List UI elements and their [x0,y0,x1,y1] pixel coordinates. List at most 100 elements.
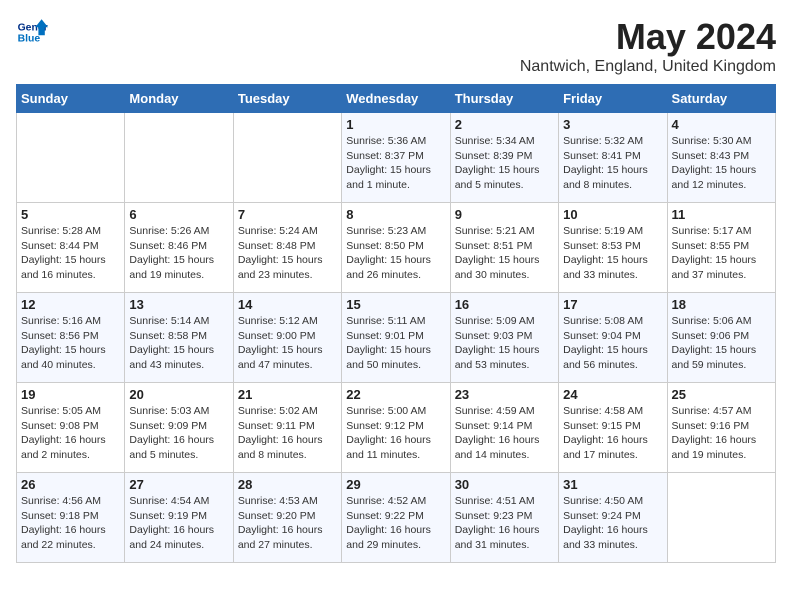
day-number: 28 [238,477,337,492]
day-info: Sunrise: 4:52 AMSunset: 9:22 PMDaylight:… [346,494,445,553]
header-saturday: Saturday [667,85,775,113]
day-info: Sunrise: 4:56 AMSunset: 9:18 PMDaylight:… [21,494,120,553]
day-number: 22 [346,387,445,402]
day-number: 6 [129,207,228,222]
day-info: Sunrise: 5:03 AMSunset: 9:09 PMDaylight:… [129,404,228,463]
day-number: 30 [455,477,554,492]
day-info: Sunrise: 5:14 AMSunset: 8:58 PMDaylight:… [129,314,228,373]
calendar-cell: 23Sunrise: 4:59 AMSunset: 9:14 PMDayligh… [450,383,558,473]
week-row-1: 1Sunrise: 5:36 AMSunset: 8:37 PMDaylight… [17,113,776,203]
header-sunday: Sunday [17,85,125,113]
day-number: 9 [455,207,554,222]
day-number: 17 [563,297,662,312]
day-info: Sunrise: 5:34 AMSunset: 8:39 PMDaylight:… [455,134,554,193]
day-number: 16 [455,297,554,312]
calendar-cell: 24 Sunrise: 4:58 AMSunset: 9:15 PMDayligh… [559,383,667,473]
day-number: 7 [238,207,337,222]
calendar-cell: 21Sunrise: 5:02 AMSunset: 9:11 PMDayligh… [233,383,341,473]
day-info: Sunrise: 5:09 AMSunset: 9:03 PMDaylight:… [455,314,554,373]
calendar-cell [17,113,125,203]
day-number: 4 [672,117,771,132]
day-info: Sunrise: 5:26 AMSunset: 8:46 PMDaylight:… [129,224,228,283]
day-info: Sunrise: 4:51 AMSunset: 9:23 PMDaylight:… [455,494,554,553]
day-info: Sunrise: 4:54 AMSunset: 9:19 PMDaylight:… [129,494,228,553]
day-info: Sunrise: 5:16 AMSunset: 8:56 PMDaylight:… [21,314,120,373]
logo: General Blue [16,16,48,48]
calendar-cell: 25 Sunrise: 4:57 AMSunset: 9:16 PMDayligh… [667,383,775,473]
header-wednesday: Wednesday [342,85,450,113]
calendar-cell: 12 Sunrise: 5:16 AMSunset: 8:56 PMDayligh… [17,293,125,383]
day-info: Sunrise: 5:06 AMSunset: 9:06 PMDaylight:… [672,314,771,373]
header-thursday: Thursday [450,85,558,113]
day-info: Sunrise: 5:23 AMSunset: 8:50 PMDaylight:… [346,224,445,283]
day-number: 19 [21,387,120,402]
day-info: Sunrise: 5:17 AMSunset: 8:55 PMDaylight:… [672,224,771,283]
header-friday: Friday [559,85,667,113]
calendar-cell: 14Sunrise: 5:12 AMSunset: 9:00 PMDayligh… [233,293,341,383]
day-number: 11 [672,207,771,222]
calendar-cell [233,113,341,203]
day-number: 25 [672,387,771,402]
day-number: 12 [21,297,120,312]
svg-text:Blue: Blue [18,34,41,45]
day-number: 18 [672,297,771,312]
calendar-cell: 20 Sunrise: 5:03 AMSunset: 9:09 PMDayligh… [125,383,233,473]
day-number: 20 [129,387,228,402]
calendar-cell: 22 Sunrise: 5:00 AMSunset: 9:12 PMDayligh… [342,383,450,473]
month-title: May 2024 [520,16,776,58]
header-tuesday: Tuesday [233,85,341,113]
day-info: Sunrise: 5:08 AMSunset: 9:04 PMDaylight:… [563,314,662,373]
day-number: 26 [21,477,120,492]
day-number: 15 [346,297,445,312]
calendar-cell: 1Sunrise: 5:36 AMSunset: 8:37 PMDaylight… [342,113,450,203]
day-info: Sunrise: 4:59 AMSunset: 9:14 PMDaylight:… [455,404,554,463]
week-row-4: 19Sunrise: 5:05 AMSunset: 9:08 PMDayligh… [17,383,776,473]
day-info: Sunrise: 5:19 AMSunset: 8:53 PMDaylight:… [563,224,662,283]
calendar-cell: 7 Sunrise: 5:24 AMSunset: 8:48 PMDaylight… [233,203,341,293]
day-number: 29 [346,477,445,492]
day-info: Sunrise: 4:50 AMSunset: 9:24 PMDaylight:… [563,494,662,553]
day-info: Sunrise: 5:28 AMSunset: 8:44 PMDaylight:… [21,224,120,283]
week-row-3: 12 Sunrise: 5:16 AMSunset: 8:56 PMDayligh… [17,293,776,383]
calendar-cell: 16 Sunrise: 5:09 AMSunset: 9:03 PMDayligh… [450,293,558,383]
calendar-cell: 8 Sunrise: 5:23 AMSunset: 8:50 PMDaylight… [342,203,450,293]
week-row-2: 5 Sunrise: 5:28 AMSunset: 8:44 PMDaylight… [17,203,776,293]
calendar-header-row: SundayMondayTuesdayWednesdayThursdayFrid… [17,85,776,113]
calendar-cell: 11 Sunrise: 5:17 AMSunset: 8:55 PMDayligh… [667,203,775,293]
day-number: 24 [563,387,662,402]
calendar-cell: 26 Sunrise: 4:56 AMSunset: 9:18 PMDayligh… [17,473,125,563]
day-info: Sunrise: 5:00 AMSunset: 9:12 PMDaylight:… [346,404,445,463]
day-info: Sunrise: 5:32 AMSunset: 8:41 PMDaylight:… [563,134,662,193]
day-info: Sunrise: 4:58 AMSunset: 9:15 PMDaylight:… [563,404,662,463]
calendar-cell: 29 Sunrise: 4:52 AMSunset: 9:22 PMDayligh… [342,473,450,563]
day-info: Sunrise: 5:12 AMSunset: 9:00 PMDaylight:… [238,314,337,373]
day-number: 5 [21,207,120,222]
title-area: May 2024 Nantwich, England, United Kingd… [520,16,776,76]
day-number: 1 [346,117,445,132]
calendar-cell: 5 Sunrise: 5:28 AMSunset: 8:44 PMDaylight… [17,203,125,293]
day-number: 8 [346,207,445,222]
calendar-table: SundayMondayTuesdayWednesdayThursdayFrid… [16,84,776,563]
day-info: Sunrise: 5:30 AMSunset: 8:43 PMDaylight:… [672,134,771,193]
day-info: Sunrise: 5:21 AMSunset: 8:51 PMDaylight:… [455,224,554,283]
day-info: Sunrise: 5:02 AMSunset: 9:11 PMDaylight:… [238,404,337,463]
location-title: Nantwich, England, United Kingdom [520,58,776,76]
calendar-cell: 28Sunrise: 4:53 AMSunset: 9:20 PMDayligh… [233,473,341,563]
calendar-cell: 19Sunrise: 5:05 AMSunset: 9:08 PMDayligh… [17,383,125,473]
day-info: Sunrise: 4:57 AMSunset: 9:16 PMDaylight:… [672,404,771,463]
calendar-cell: 6 Sunrise: 5:26 AMSunset: 8:46 PMDaylight… [125,203,233,293]
day-number: 2 [455,117,554,132]
calendar-cell: 27Sunrise: 4:54 AMSunset: 9:19 PMDayligh… [125,473,233,563]
calendar-cell [125,113,233,203]
calendar-cell: 17 Sunrise: 5:08 AMSunset: 9:04 PMDayligh… [559,293,667,383]
day-info: Sunrise: 5:24 AMSunset: 8:48 PMDaylight:… [238,224,337,283]
calendar-cell: 10 Sunrise: 5:19 AMSunset: 8:53 PMDayligh… [559,203,667,293]
day-number: 10 [563,207,662,222]
calendar-cell [667,473,775,563]
day-info: Sunrise: 5:11 AMSunset: 9:01 PMDaylight:… [346,314,445,373]
calendar-cell: 2 Sunrise: 5:34 AMSunset: 8:39 PMDaylight… [450,113,558,203]
day-number: 31 [563,477,662,492]
calendar-cell: 13Sunrise: 5:14 AMSunset: 8:58 PMDayligh… [125,293,233,383]
calendar-cell: 4 Sunrise: 5:30 AMSunset: 8:43 PMDaylight… [667,113,775,203]
calendar-cell: 30 Sunrise: 4:51 AMSunset: 9:23 PMDayligh… [450,473,558,563]
